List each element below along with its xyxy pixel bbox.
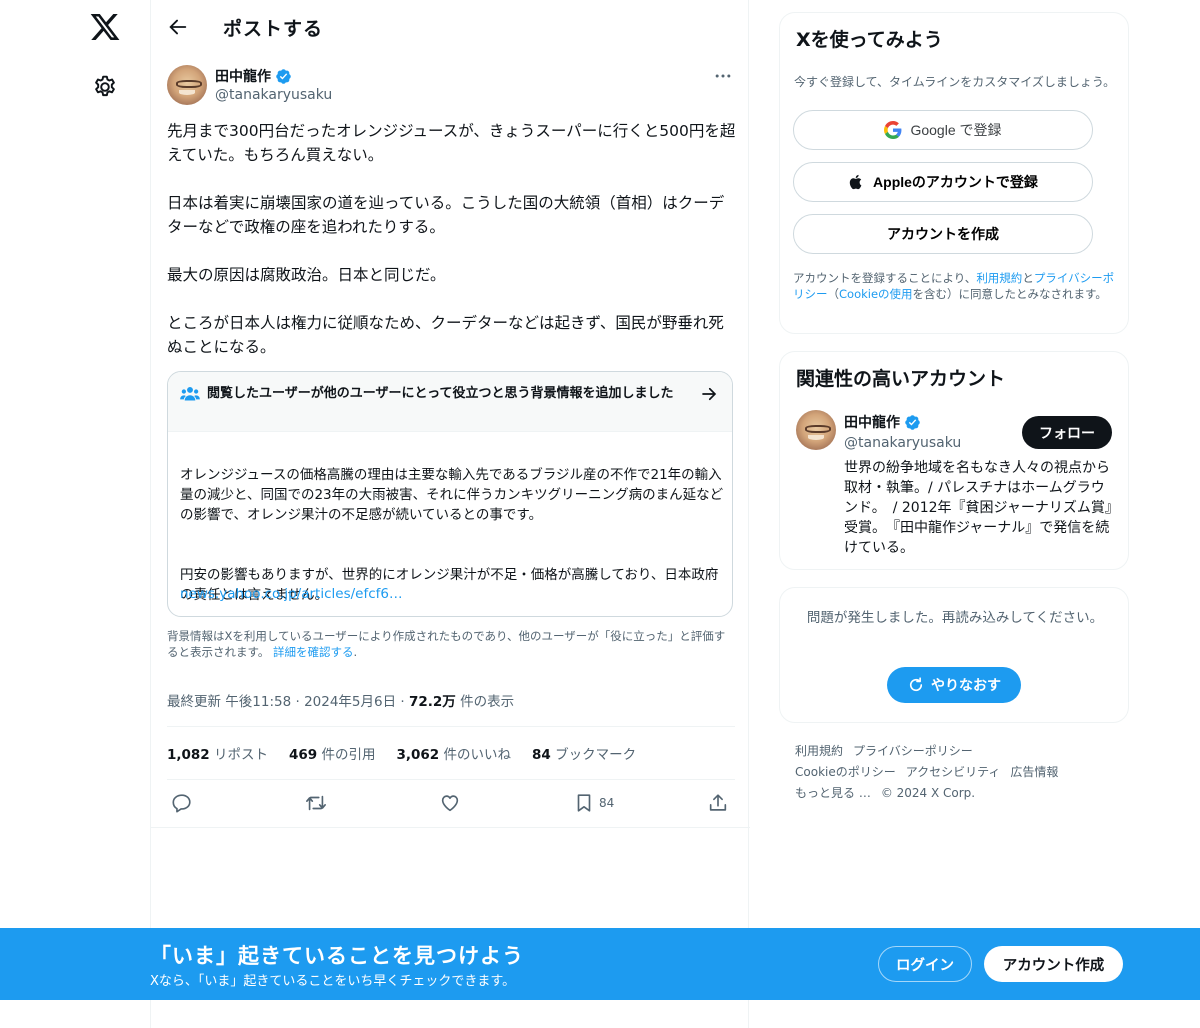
author-avatar[interactable] bbox=[167, 65, 207, 105]
login-button[interactable]: ログイン bbox=[878, 946, 972, 982]
tweet-paragraph: 日本は着実に崩壊国家の道を辿っている。こうした国の大統領（首相）はクーデターなど… bbox=[167, 194, 725, 236]
google-signup-button[interactable]: Google で登録 bbox=[793, 110, 1093, 150]
community-note-paragraph: オレンジジュースの価格高騰の理由は主要な輸入先であるブラジル産の不作で21年の輸… bbox=[180, 467, 724, 523]
tweet-paragraph: 先月まで300円台だったオレンジジュースが、きょうスーパーに行くと500円を超え… bbox=[167, 122, 736, 164]
reply-icon[interactable] bbox=[171, 792, 193, 814]
retry-label: やりなおす bbox=[931, 677, 1001, 693]
like-icon[interactable] bbox=[439, 792, 461, 814]
stat-likes[interactable]: 3,062 件のいいね bbox=[396, 743, 511, 763]
arrow-right-icon[interactable] bbox=[700, 385, 718, 403]
related-name-text: 田中龍作 bbox=[844, 415, 900, 431]
footer-link[interactable]: Cookieのポリシー bbox=[795, 765, 896, 779]
stat-label: リポスト bbox=[209, 747, 268, 763]
stat-label: ブックマーク bbox=[550, 747, 637, 763]
cookie-link[interactable]: Cookieの使用 bbox=[839, 287, 913, 301]
related-accounts-card: 関連性の高いアカウント 田中龍作 @tanakaryusaku フォロー 世界の… bbox=[779, 351, 1129, 570]
main-column: ポストする 田中龍作 @tanakaryusaku 先月まで300円台だったオレ… bbox=[150, 0, 750, 1028]
share-icon[interactable] bbox=[707, 792, 729, 814]
footer-link[interactable]: 利用規約 bbox=[795, 744, 843, 758]
retry-button[interactable]: やりなおす bbox=[887, 667, 1021, 703]
verified-badge-icon bbox=[905, 414, 920, 430]
error-message: 問題が発生しました。再読み込みしてください。 bbox=[806, 610, 1104, 626]
related-bio: 世界の紛争地域を名もなき人々の視点から取材・執筆。/ パレスチナはホームグラウン… bbox=[844, 460, 1112, 556]
legal-text: と bbox=[1022, 271, 1034, 285]
apple-signup-label: Appleのアカウントで登録 bbox=[873, 174, 1038, 190]
verified-badge-icon bbox=[276, 68, 291, 84]
stat-reposts[interactable]: 1,082 リポスト bbox=[167, 743, 268, 763]
signup-subtitle: 今すぐ登録して、タイムラインをカスタマイズしましょう。 bbox=[794, 75, 1116, 89]
signup-banner: 「いま」起きていることを見つけよう Xなら、「いま」起きていることをいち早くチェ… bbox=[0, 928, 1200, 1000]
refresh-icon bbox=[909, 677, 923, 692]
stat-count: 84 bbox=[531, 747, 551, 763]
page-header: ポストする bbox=[151, 0, 750, 54]
legal-text: （ bbox=[827, 287, 840, 301]
views-label: 件の表示 bbox=[455, 694, 515, 710]
back-arrow-icon[interactable] bbox=[167, 16, 189, 38]
gear-icon[interactable] bbox=[92, 74, 118, 100]
tweet-text: 先月まで300円台だったオレンジジュースが、きょうスーパーに行くと500円を超え… bbox=[167, 119, 737, 383]
stat-count: 3,062 bbox=[396, 747, 440, 763]
banner-subtitle: Xなら、「いま」起きていることをいち早くチェックできます。 bbox=[150, 974, 516, 989]
banner-signup-button[interactable]: アカウント作成 bbox=[984, 946, 1123, 982]
learn-more-link[interactable]: 詳細を確認する bbox=[273, 645, 354, 659]
error-card: 問題が発生しました。再読み込みしてください。 やりなおす bbox=[779, 587, 1129, 723]
apple-signup-button[interactable]: Appleのアカウントで登録 bbox=[793, 162, 1093, 202]
bookmark-icon[interactable] bbox=[573, 792, 595, 814]
google-icon bbox=[884, 121, 902, 139]
follow-button[interactable]: フォロー bbox=[1022, 416, 1112, 449]
apple-icon bbox=[849, 174, 862, 190]
legal-text: アカウントを登録することにより、 bbox=[793, 271, 977, 285]
footer-link[interactable]: アクセシビリティ bbox=[906, 765, 1001, 779]
community-note-header[interactable]: 閲覧したユーザーが他のユーザーにとって役立つと思う背景情報を追加しました bbox=[168, 372, 732, 432]
stat-label: 件のいいね bbox=[439, 747, 511, 763]
author-name-text: 田中龍作 bbox=[215, 69, 271, 85]
tweet-stats: 1,082 リポスト 469 件の引用 3,062 件のいいね 84 ブックマー… bbox=[167, 743, 636, 763]
stat-count: 469 bbox=[289, 747, 318, 763]
tweet-meta: 最終更新 午後11:58 · 2024年5月6日 · 72.2万 件の表示 bbox=[167, 690, 514, 710]
page-title: ポストする bbox=[223, 18, 324, 40]
tweet-actions: 84 bbox=[151, 790, 750, 818]
stat-quotes[interactable]: 469 件の引用 bbox=[289, 743, 375, 763]
community-note-footer: 背景情報はXを利用しているユーザーにより作成されたものであり、他のユーザーが「役… bbox=[167, 629, 726, 659]
views-count: 72.2万 bbox=[408, 694, 456, 710]
google-signup-label: Google で登録 bbox=[910, 122, 1002, 138]
create-account-button[interactable]: アカウントを作成 bbox=[793, 214, 1093, 254]
signup-legal-text: アカウントを登録することにより、利用規約とプライバシーポリシー（Cookieの使… bbox=[793, 270, 1119, 302]
author-handle[interactable]: @tanakaryusaku bbox=[215, 87, 332, 103]
divider bbox=[167, 779, 735, 780]
banner-title: 「いま」起きていることを見つけよう bbox=[150, 944, 524, 968]
bookmark-count: 84 bbox=[599, 796, 615, 810]
stat-bookmarks[interactable]: 84 ブックマーク bbox=[532, 743, 636, 763]
left-nav bbox=[0, 0, 150, 1028]
legal-text: を含む）に同意したとみなされます。 bbox=[912, 287, 1107, 301]
signup-card: Xを使ってみよう 今すぐ登録して、タイムラインをカスタマイズしましょう。 Goo… bbox=[779, 12, 1129, 334]
footer-link[interactable]: 広告情報 bbox=[1010, 765, 1058, 779]
footer-link[interactable]: もっと見る … bbox=[795, 786, 871, 800]
terms-link[interactable]: 利用規約 bbox=[976, 271, 1022, 285]
note-footer-text: 背景情報はXを利用しているユーザーにより作成されたものであり、他のユーザーが「役… bbox=[167, 629, 726, 659]
copyright: © 2024 X Corp. bbox=[880, 786, 976, 800]
repost-icon[interactable] bbox=[305, 792, 327, 814]
footer-link[interactable]: プライバシーポリシー bbox=[853, 744, 973, 758]
signup-title: Xを使ってみよう bbox=[796, 29, 943, 51]
divider bbox=[151, 827, 750, 828]
related-name[interactable]: 田中龍作 bbox=[844, 412, 921, 432]
author-name[interactable]: 田中龍作 bbox=[215, 66, 292, 86]
community-note-title: 閲覧したユーザーが他のユーザーにとって役立つと思う背景情報を追加しました bbox=[207, 386, 674, 401]
x-logo-icon[interactable] bbox=[89, 11, 121, 43]
stat-label: 件の引用 bbox=[317, 747, 376, 763]
divider bbox=[167, 726, 735, 727]
related-avatar[interactable] bbox=[796, 410, 836, 450]
footer-links: 利用規約 プライバシーポリシー Cookieのポリシー アクセシビリティ 広告情報 も… bbox=[795, 741, 1125, 804]
related-handle[interactable]: @tanakaryusaku bbox=[844, 435, 961, 451]
people-icon bbox=[180, 386, 200, 401]
related-title: 関連性の高いアカウント bbox=[796, 368, 1006, 390]
stat-count: 1,082 bbox=[167, 747, 210, 763]
community-note: 閲覧したユーザーが他のユーザーにとって役立つと思う背景情報を追加しました オレン… bbox=[167, 371, 733, 617]
tweet-paragraph: 最大の原因は腐敗政治。日本と同じだ。 bbox=[167, 266, 446, 284]
more-options-icon[interactable] bbox=[713, 66, 733, 86]
community-note-link[interactable]: news.yahoo.co.jp/articles/efcf6… bbox=[180, 586, 402, 602]
tweet-paragraph: ところが日本人は権力に従順なため、クーデターなどは起きず、国民が野垂れ死ぬことに… bbox=[167, 314, 724, 356]
tweet-timestamp[interactable]: 最終更新 午後11:58 · 2024年5月6日 · bbox=[167, 694, 409, 710]
